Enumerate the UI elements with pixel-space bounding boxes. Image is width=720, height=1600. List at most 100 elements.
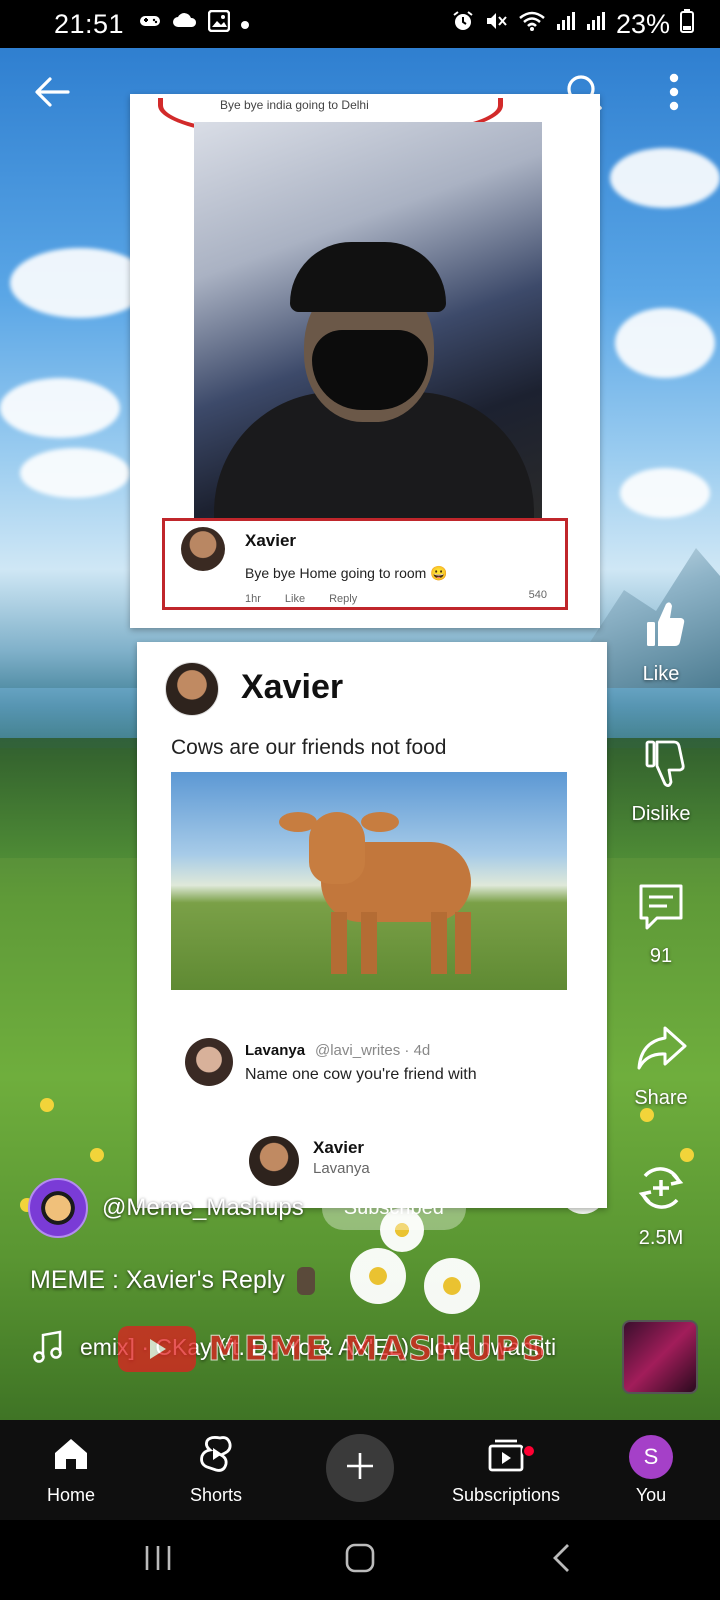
- cow-leg: [455, 912, 471, 974]
- status-bar: 21:51 23%: [0, 0, 720, 48]
- you-avatar: S: [629, 1434, 673, 1479]
- wifi-icon: [518, 10, 546, 38]
- remix-count: 2.5M: [638, 1227, 684, 1249]
- share-icon: [633, 1020, 689, 1081]
- thumbs-up-icon: [633, 596, 689, 657]
- comments-button[interactable]: 91: [606, 878, 716, 968]
- system-nav-bar: [0, 1520, 720, 1600]
- more-options-button[interactable]: [650, 70, 698, 118]
- flower-decor: [90, 1148, 104, 1162]
- game-controller-icon: [138, 12, 162, 36]
- reply-to: Lavanya: [313, 1160, 370, 1177]
- chevron-left-icon: [550, 1542, 574, 1579]
- video-title[interactable]: MEME : Xavier's Reply: [30, 1266, 315, 1295]
- music-note-icon: [30, 1329, 66, 1365]
- back-arrow-icon: [32, 76, 72, 113]
- cloud-icon: [172, 12, 198, 36]
- reply-author: Xavier: [313, 1138, 365, 1157]
- more-vertical-icon: [668, 72, 680, 117]
- signal-icon: [586, 10, 606, 38]
- channel-name[interactable]: @Meme_Mashups: [102, 1194, 304, 1222]
- post-text: Cows are our friends not food: [171, 736, 447, 759]
- cloud-decor: [10, 248, 150, 318]
- subscriptions-icon: [486, 1434, 536, 1479]
- reaction-count: 540: [528, 589, 547, 601]
- avatar: [165, 662, 219, 716]
- share-button[interactable]: Share: [606, 1020, 716, 1110]
- channel-avatar[interactable]: [28, 1178, 88, 1238]
- nav-shorts[interactable]: Shorts: [168, 1420, 264, 1520]
- cow-leg: [361, 912, 377, 974]
- nav-you-label: You: [635, 1484, 667, 1505]
- bottom-nav: Home Shorts Subscriptions S You: [0, 1420, 720, 1520]
- dislike-button[interactable]: Dislike: [606, 736, 716, 826]
- remix-button[interactable]: 2.5M: [606, 1160, 716, 1250]
- cloud-decor: [610, 148, 720, 208]
- battery-text: 23%: [615, 8, 670, 39]
- status-right: 23%: [452, 9, 694, 40]
- subscribed-button[interactable]: Subscribed: [321, 1186, 466, 1230]
- daisy-decor: [424, 1258, 480, 1314]
- moai-emoji-icon: [296, 1266, 315, 1295]
- thumbs-down-icon: [633, 736, 689, 797]
- avatar: [185, 1038, 233, 1086]
- signal-icon: [556, 10, 576, 38]
- notification-dot: [522, 1444, 536, 1458]
- nav-subscriptions-label: Subscriptions: [451, 1485, 561, 1505]
- highlighted-comment: Xavier Bye bye Home going to room 😀 1hr …: [162, 518, 568, 610]
- reply-handle: @lavi_writes · 4d: [315, 1042, 431, 1059]
- status-left-icons: [138, 9, 250, 38]
- comment-author: Xavier: [245, 531, 297, 550]
- cow-ear: [361, 812, 399, 832]
- like-label: Like: [642, 663, 680, 685]
- post-author: Xavier: [241, 668, 344, 706]
- flower-decor: [640, 1108, 654, 1122]
- nav-you[interactable]: S You: [606, 1420, 696, 1520]
- shorts-icon: [196, 1434, 236, 1479]
- channel-row: @Meme_Mashups Subscribed: [28, 1178, 466, 1238]
- home-icon: [51, 1434, 91, 1479]
- home-system-button[interactable]: [336, 1538, 384, 1582]
- like-button[interactable]: Like: [606, 596, 716, 686]
- dot-icon: [240, 13, 250, 36]
- reply-author: Lavanya: [245, 1042, 306, 1059]
- cow-head: [309, 812, 365, 884]
- back-button[interactable]: [28, 70, 76, 118]
- dislike-label: Dislike: [631, 803, 691, 825]
- comment-meta: 1hr Like Reply: [245, 593, 357, 605]
- sound-thumbnail[interactable]: [622, 1320, 698, 1394]
- cloud-decor: [20, 448, 130, 498]
- meme-caption: Bye bye india going to Delhi: [220, 98, 369, 112]
- cow-leg: [331, 912, 347, 974]
- recent-apps-button[interactable]: [134, 1538, 182, 1582]
- avatar: [181, 527, 225, 571]
- home-square-icon: [344, 1542, 376, 1579]
- nav-subscriptions[interactable]: Subscriptions: [436, 1420, 576, 1520]
- back-system-button[interactable]: [538, 1538, 586, 1582]
- selfie-photo: [194, 122, 542, 520]
- share-label: Share: [634, 1087, 688, 1109]
- daisy-decor: [350, 1248, 406, 1304]
- nav-home-label: Home: [46, 1485, 95, 1505]
- cow-leg: [431, 912, 447, 974]
- nav-shorts-label: Shorts: [189, 1485, 243, 1505]
- comment-icon: [633, 878, 689, 939]
- meme-card-top: Bye bye india going to Delhi Xavier Bye …: [130, 94, 600, 628]
- music-row[interactable]: emix] · CKay (ft. DJ Yo & AX'EL) · love …: [30, 1322, 600, 1372]
- cow-photo: [171, 772, 567, 990]
- comments-count: 91: [649, 945, 673, 967]
- person-cap: [290, 242, 446, 312]
- image-icon: [207, 9, 231, 38]
- flower-decor: [40, 1098, 54, 1112]
- plus-icon: [344, 1450, 376, 1487]
- music-track-text: emix] · CKay (ft. DJ Yo & AX'EL) · love …: [80, 1333, 557, 1360]
- create-button[interactable]: [326, 1434, 394, 1502]
- cloud-decor: [0, 378, 120, 438]
- recent-apps-icon: [143, 1544, 173, 1577]
- nav-home[interactable]: Home: [26, 1420, 116, 1520]
- comment-text: Bye bye Home going to room 😀: [245, 565, 448, 581]
- comment-like: Like: [284, 593, 306, 605]
- status-time: 21:51: [54, 8, 125, 39]
- comment-reply: Reply: [329, 593, 358, 605]
- remix-icon: [633, 1160, 689, 1221]
